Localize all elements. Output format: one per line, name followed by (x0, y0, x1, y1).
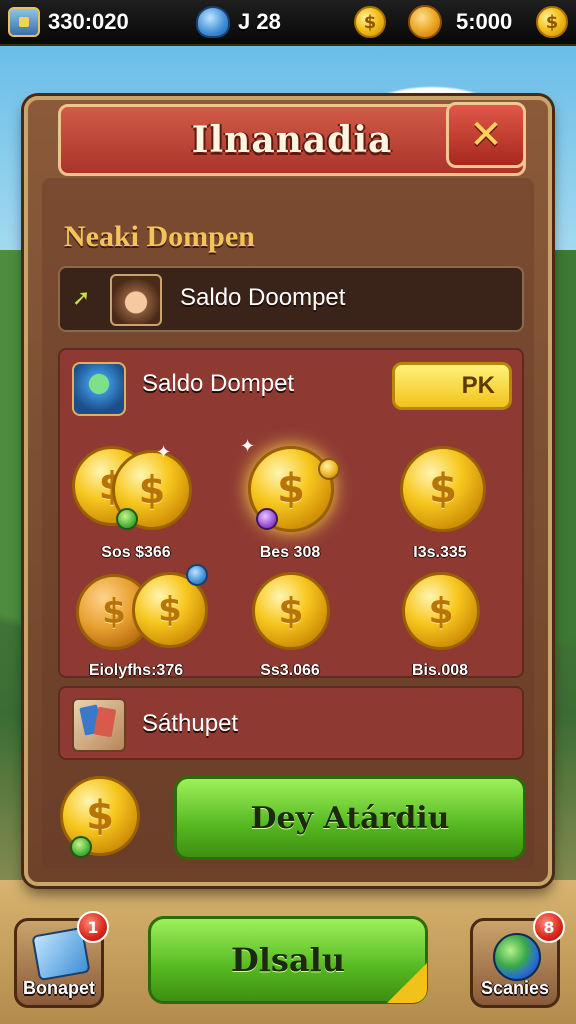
cards-icon (72, 698, 126, 752)
main-action-button[interactable]: Dlsalu (148, 916, 428, 1004)
section-title: Neaki Dompen (64, 220, 255, 253)
nav-scanner[interactable]: 8 Scanies (470, 911, 565, 1008)
pk-button[interactable]: PK (392, 362, 512, 410)
coin-icon: $ (354, 6, 386, 38)
notification-badge: 1 (77, 911, 109, 943)
wallet-dialog: Ilnanadia ✕ Neaki Dompen ➚ Saldo Doompet… (24, 96, 552, 886)
corner-decoration (387, 963, 427, 1003)
sparkle-icon: ✦ (156, 442, 172, 463)
coin-packs-panel: Saldo Dompet PK $ $ ✦ Sos $366 $ ✦ Bes 3… (58, 348, 524, 680)
coin-pack-label: Eiolyfhs:376 (88, 662, 184, 679)
coins-header-label: Saldo Dompet (142, 370, 295, 397)
cards-row[interactable]: Sáthupet (58, 686, 524, 760)
nav-wallet[interactable]: 1 Bonapet (14, 911, 109, 1008)
dialog-title: Ilnanadia (191, 119, 393, 161)
coin-pack-label: Ss3.066 (260, 662, 320, 679)
bird-icon (196, 6, 230, 38)
currency-1[interactable]: 330:020 (8, 4, 129, 40)
gem-icon (318, 458, 340, 480)
bag-icon (408, 5, 442, 39)
hero-icon (72, 362, 126, 416)
currency-3[interactable]: 5:000 (408, 4, 512, 40)
daily-reward-button-label: Dey Atárdiu (250, 800, 450, 836)
gem-icon (186, 564, 208, 586)
coin-pack-3[interactable]: $ I3s.335 (370, 442, 510, 562)
currency-2[interactable]: J 28 (196, 4, 281, 40)
balance-row-label: Saldo Doompet (180, 284, 346, 311)
avatar-icon (110, 274, 162, 326)
sparkle-icon: ✦ (240, 436, 256, 457)
daily-reward-button[interactable]: Dey Atárdiu (174, 776, 526, 860)
currency-3-value: 5:000 (456, 9, 513, 34)
coin-icon: $ (536, 6, 568, 38)
arrow-icon: ➚ (72, 286, 91, 311)
cards-row-label: Sáthupet (142, 710, 239, 737)
currency-3-coin[interactable]: $ (536, 4, 568, 40)
coin-pack-2[interactable]: $ ✦ Bes 308 (220, 436, 360, 562)
coin-pack-1[interactable]: $ $ ✦ Sos $366 (66, 442, 206, 562)
close-icon: ✕ (469, 112, 503, 158)
globe-icon (493, 933, 541, 981)
coin-pack-6[interactable]: $ Bis.008 (370, 560, 510, 680)
coin-pack-5[interactable]: $ Ss3.066 (220, 560, 360, 680)
currency-1-value: 330:020 (48, 9, 129, 34)
close-button[interactable]: ✕ (446, 102, 526, 168)
coin-icon: $ (400, 446, 486, 532)
gem-icon (116, 508, 138, 530)
notification-badge: 8 (533, 911, 565, 943)
coin-pack-4[interactable]: $ $ Eiolyfhs:376 (66, 560, 208, 680)
gem-icon (256, 508, 278, 530)
nav-scanner-label: Scanies (480, 978, 550, 998)
pk-button-label: PK (461, 372, 495, 399)
currency-2-coin[interactable]: $ (354, 4, 386, 40)
coin-icon: $ (252, 572, 330, 650)
chest-icon (8, 7, 40, 37)
coin-icon: $ (402, 572, 480, 650)
top-currency-bar: 330:020 J 28 $ 5:000 $ (0, 0, 576, 46)
main-action-button-label: Dlsalu (230, 941, 346, 979)
coin-pack-label: Bis.008 (411, 662, 469, 679)
currency-2-value: J 28 (238, 9, 281, 34)
balance-row[interactable]: ➚ Saldo Doompet (58, 266, 524, 332)
nav-wallet-label: Bonapet (23, 978, 95, 998)
gem-icon (70, 836, 92, 858)
